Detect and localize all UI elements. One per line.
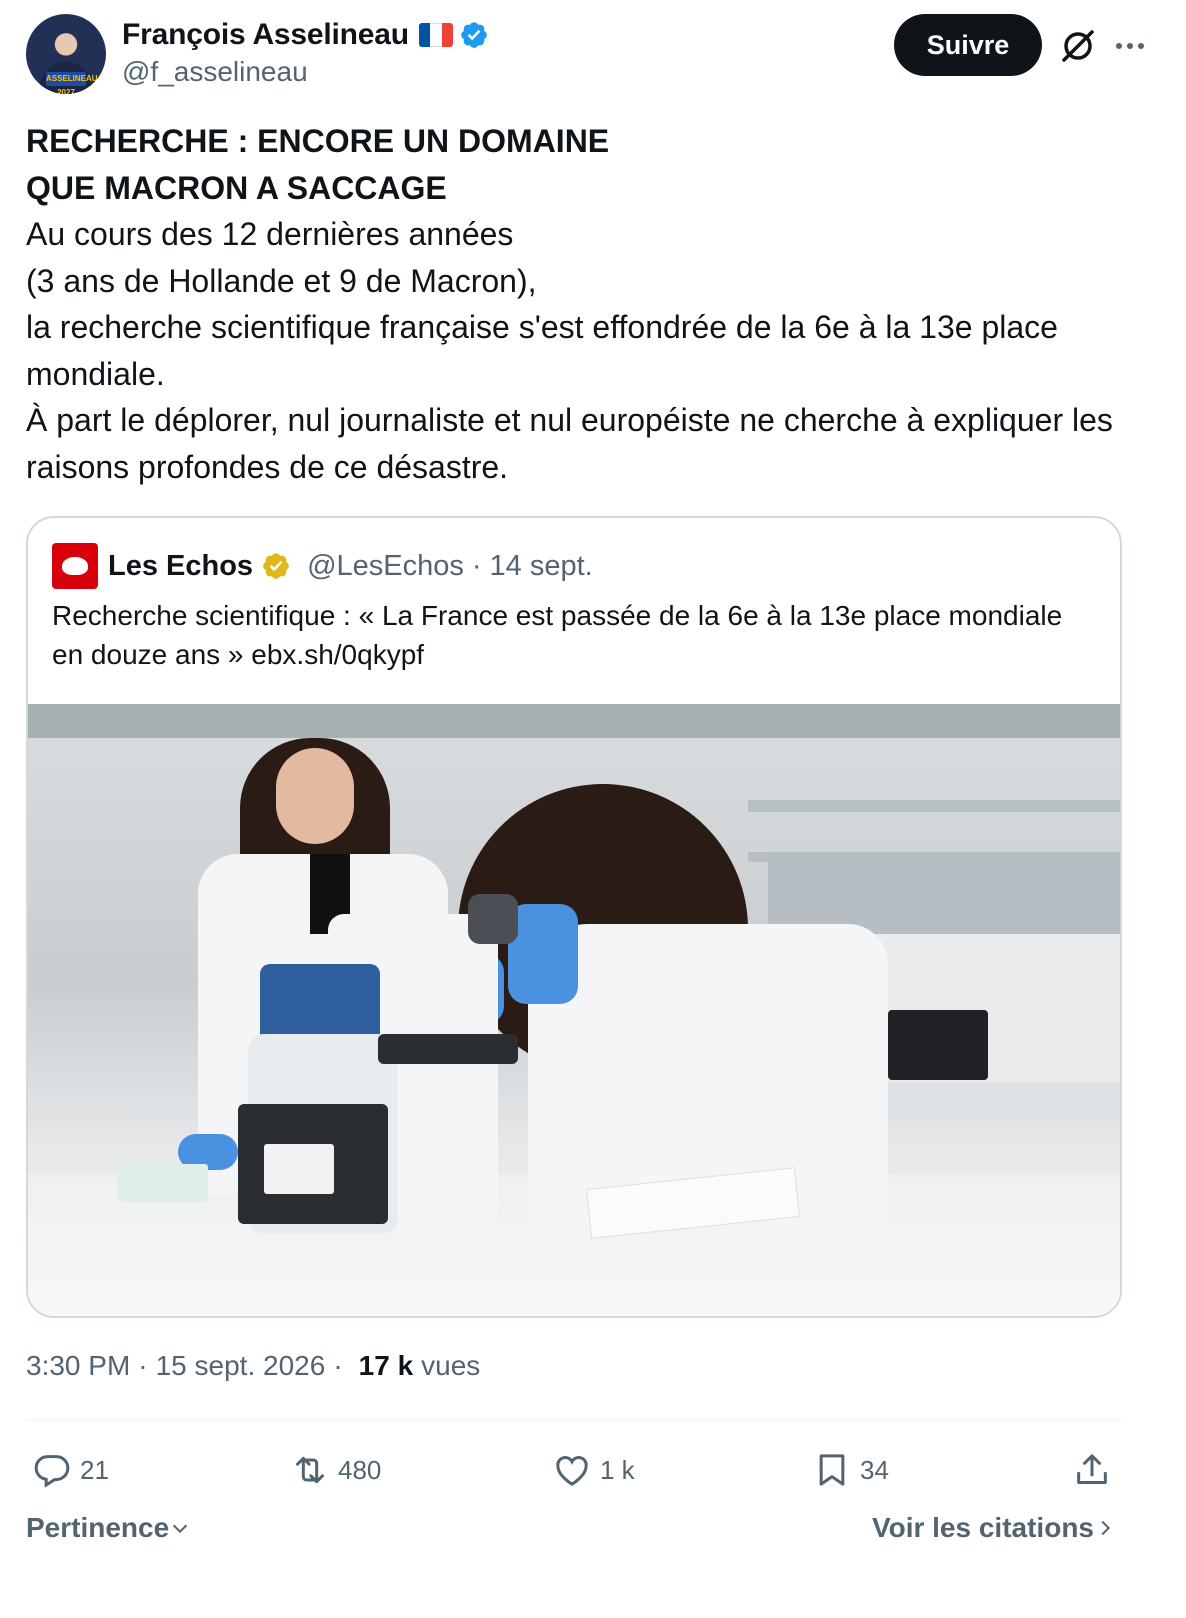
avatar-badge: ASSELINEAU 2027: [46, 72, 98, 94]
views-label: vues: [421, 1350, 481, 1381]
tweet-line-1: Au cours des 12 dernières années: [26, 216, 514, 252]
author-name-row: François Asselineau: [122, 18, 489, 52]
chevron-down-icon: [173, 1524, 188, 1534]
sample-box: [118, 1164, 208, 1202]
like-button[interactable]: 1 k: [552, 1440, 635, 1500]
laptop: [888, 1010, 988, 1080]
follow-button[interactable]: Suivre: [894, 14, 1042, 76]
quoted-separator: ·: [471, 549, 482, 582]
quoted-tweet-header: Les Echos @LesEchos · 14 sept.: [52, 543, 593, 589]
tweet-body: RECHERCHE : ENCORE UN DOMAINE QUE MACRON…: [26, 118, 1160, 490]
tweet-meta: 3:30 PM · 15 sept. 2026 · 17 k vues: [26, 1350, 480, 1382]
microscope-label: [264, 1144, 334, 1194]
tweet-time[interactable]: 3:30 PM: [26, 1350, 130, 1382]
bookmark-button[interactable]: 34: [812, 1440, 889, 1500]
quoted-author-handle[interactable]: @LesEchos: [307, 550, 464, 583]
repost-icon: [296, 1456, 324, 1484]
tweet-actions: 21 480 1 k 34: [26, 1440, 1122, 1500]
quoted-tweet-photo[interactable]: [28, 704, 1120, 1316]
meta-separator-2: ·: [333, 1350, 343, 1381]
les-echos-logo: [52, 543, 98, 589]
verified-gold-badge-icon: [263, 553, 289, 579]
repost-count: 480: [338, 1454, 382, 1485]
like-count: 1 k: [600, 1454, 635, 1485]
author-avatar[interactable]: ASSELINEAU 2027: [26, 14, 106, 94]
share-button[interactable]: [1072, 1440, 1112, 1500]
reply-icon: [34, 1455, 70, 1488]
woman-2-glove-right: [508, 904, 578, 1004]
bookmark-count: 34: [860, 1454, 889, 1485]
slashed-circle-icon[interactable]: [1058, 26, 1098, 66]
repost-button[interactable]: 480: [290, 1440, 381, 1500]
lab-cabinet: [768, 854, 1120, 934]
chevron-right-icon: [1101, 1520, 1111, 1536]
sort-dropdown[interactable]: Pertinence: [26, 1512, 191, 1544]
tweet-headline-1: RECHERCHE : ENCORE UN DOMAINE: [26, 123, 610, 159]
microscope-eyepiece: [468, 894, 518, 944]
quoted-author-name[interactable]: Les Echos: [108, 550, 253, 583]
verified-badge-icon: [461, 22, 487, 48]
heart-icon: [556, 1456, 588, 1486]
actions-divider: [26, 1420, 1122, 1421]
view-quotes-label: Voir les citations: [872, 1512, 1094, 1543]
author-handle[interactable]: @f_asselineau: [122, 56, 308, 88]
bookmark-icon: [819, 1454, 845, 1486]
quoted-tweet[interactable]: Les Echos @LesEchos · 14 sept. Recherche…: [26, 516, 1122, 1318]
meta-separator-1: ·: [138, 1350, 148, 1381]
sort-label: Pertinence: [26, 1512, 170, 1543]
microscope-stage: [378, 1034, 518, 1064]
tweet-date[interactable]: 15 sept. 2026: [156, 1350, 326, 1382]
reply-count: 21: [80, 1454, 109, 1485]
tweet-header: ASSELINEAU 2027 François Asselineau @f_a…: [26, 14, 1160, 94]
tweet-headline-2: QUE MACRON A SACCAGE: [26, 169, 447, 206]
lab-shelf-right-1: [748, 800, 1120, 812]
author-name[interactable]: François Asselineau: [122, 18, 409, 52]
reply-button[interactable]: 21: [32, 1440, 109, 1500]
tweet-line-3: la recherche scientifique française s'es…: [26, 309, 1058, 392]
view-quotes-link[interactable]: Voir les citations: [872, 1512, 1116, 1544]
more-dots-icon[interactable]: [1112, 28, 1148, 64]
french-flag-icon: [418, 23, 453, 47]
share-icon: [1077, 1454, 1107, 1484]
woman-1-face: [276, 748, 354, 844]
tweet-line-2: (3 ans de Hollande et 9 de Macron),: [26, 262, 537, 299]
quoted-date[interactable]: 14 sept.: [490, 550, 593, 583]
tweet-line-4: À part le déplorer, nul journaliste et n…: [26, 402, 1113, 485]
views-count: 17 k: [358, 1350, 414, 1381]
quoted-tweet-text: Recherche scientifique : « La France est…: [52, 600, 1063, 670]
lab-shelf-top: [28, 704, 1120, 738]
